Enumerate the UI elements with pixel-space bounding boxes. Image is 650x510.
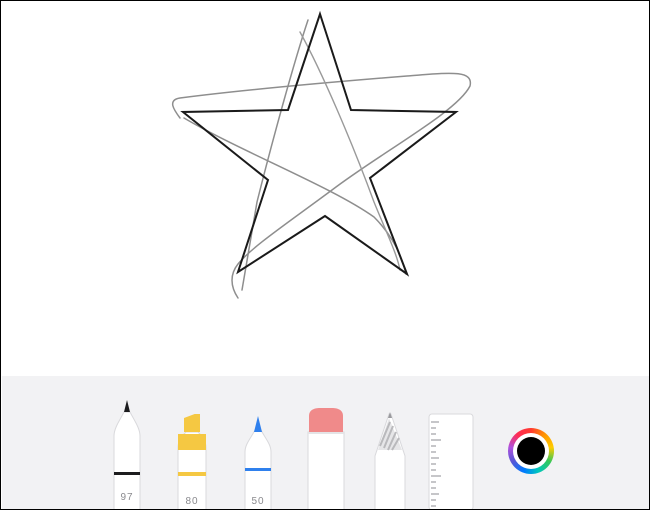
eraser-tool[interactable] <box>306 408 346 509</box>
drawing-canvas[interactable] <box>2 2 649 376</box>
pen-opacity-label: 97 <box>120 492 134 503</box>
pen-tip <box>124 400 130 412</box>
marker-tool[interactable]: 80 <box>174 414 210 509</box>
color-picker-ring <box>513 433 549 469</box>
selected-color-swatch <box>517 437 545 465</box>
pen-tool[interactable]: 97 <box>110 394 144 509</box>
ruler-tool[interactable] <box>427 412 475 509</box>
marker-tip <box>184 414 200 432</box>
marker-opacity-label: 80 <box>185 496 199 507</box>
crayon-tool[interactable]: 50 <box>241 412 275 509</box>
pencil-stroke-swoosh <box>171 72 472 299</box>
eraser-tip <box>309 408 343 432</box>
pencil-tool[interactable] <box>372 412 408 509</box>
drawing-app-window: 97 80 50 <box>0 0 650 510</box>
crayon-opacity-label: 50 <box>251 496 265 507</box>
pen-star-outline <box>180 10 459 277</box>
sketch-drawing <box>171 10 472 299</box>
crayon-tip <box>254 416 262 432</box>
tool-palette: 97 80 50 <box>2 376 649 509</box>
color-picker-button[interactable] <box>508 428 554 474</box>
